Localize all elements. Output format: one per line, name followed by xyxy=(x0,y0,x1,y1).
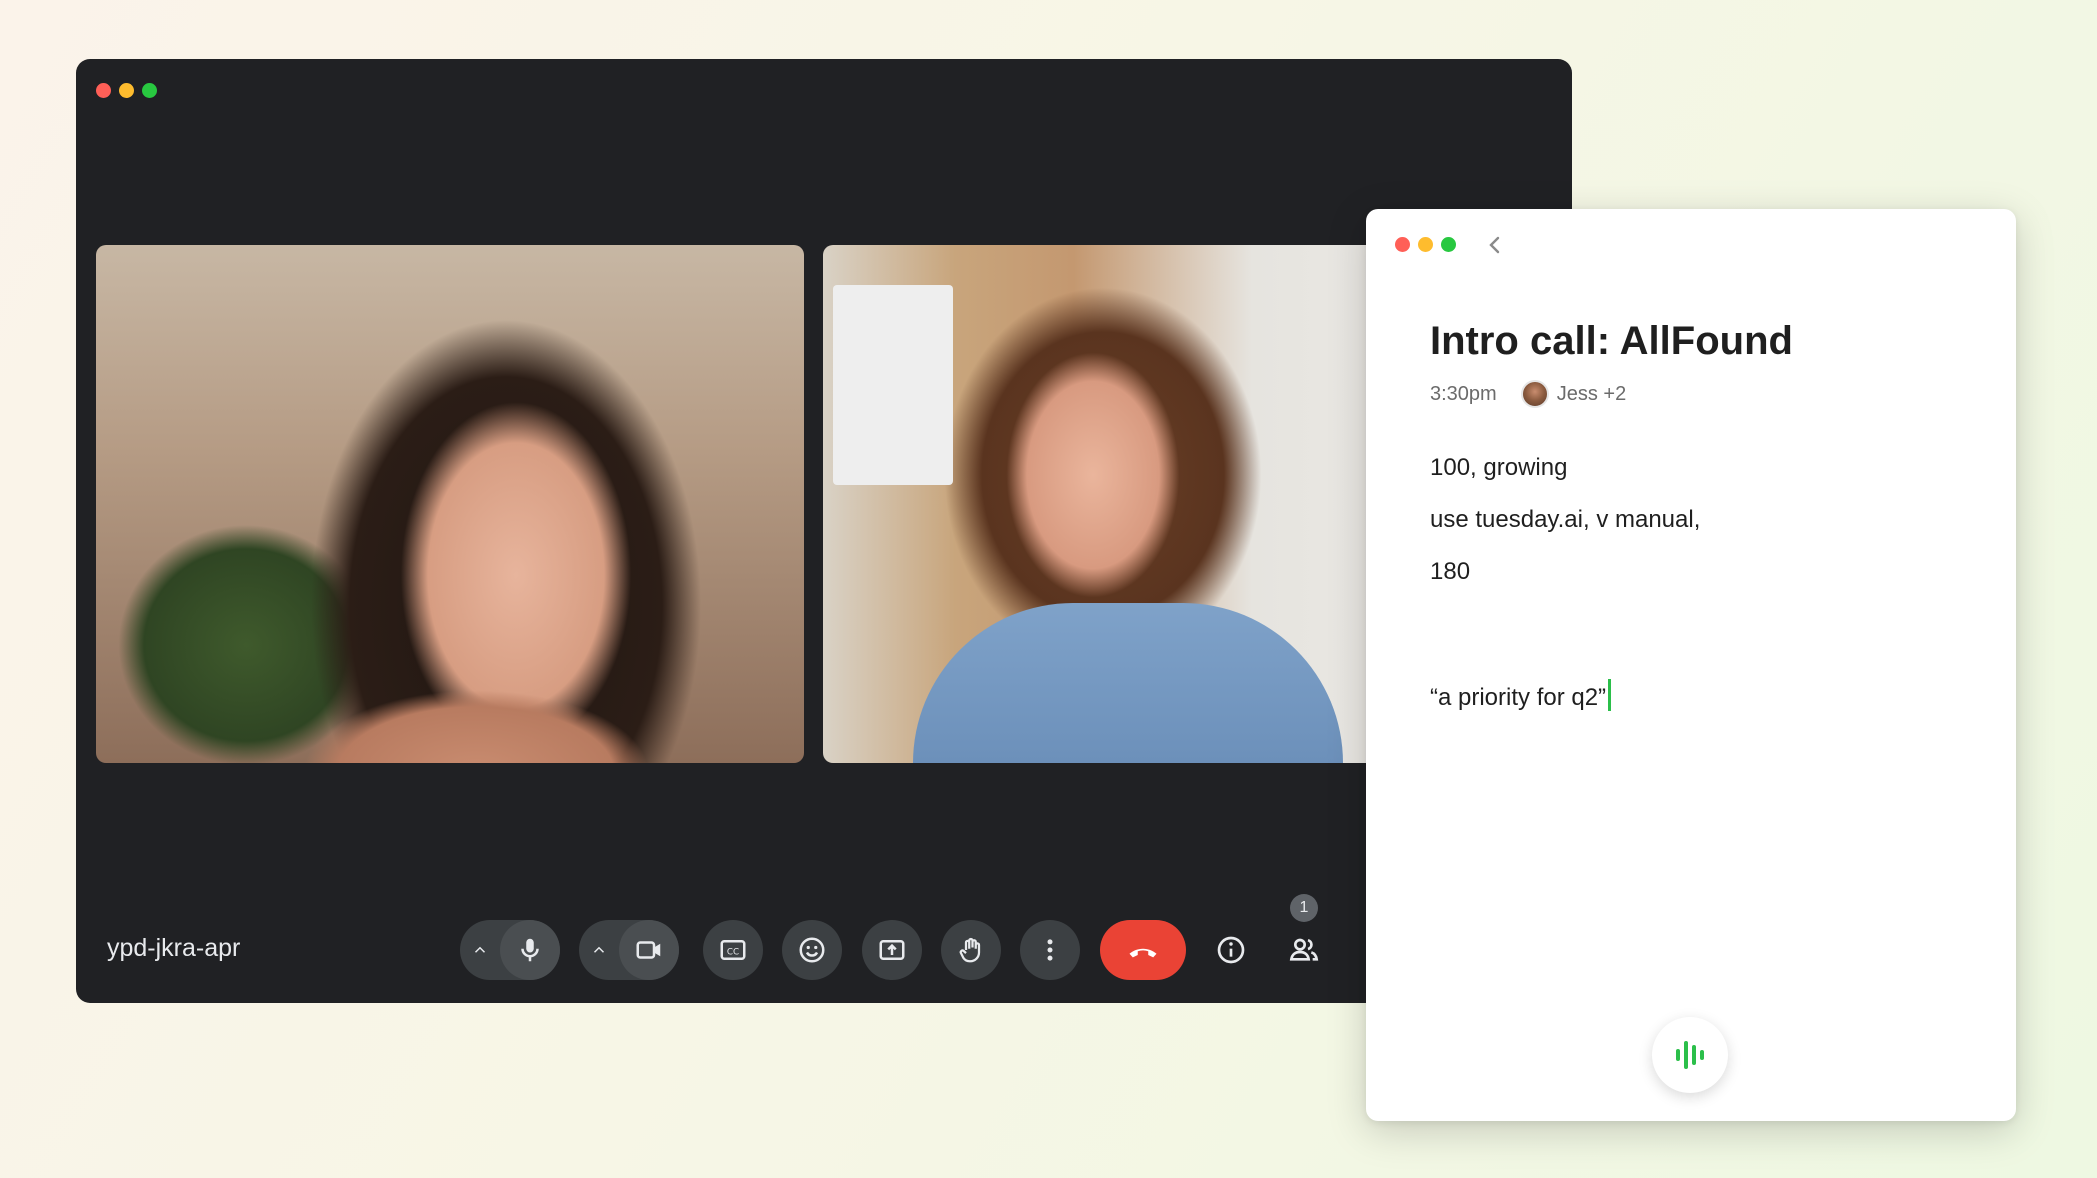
captions-icon: CC xyxy=(720,940,746,960)
info-icon xyxy=(1217,936,1245,964)
chevron-up-icon xyxy=(593,946,605,953)
camera-options-button[interactable] xyxy=(579,941,619,959)
mic-control xyxy=(460,920,560,980)
emoji-icon xyxy=(799,937,825,963)
present-icon xyxy=(879,940,905,960)
audio-waveform-icon xyxy=(1676,1041,1704,1069)
chevron-left-icon[interactable] xyxy=(1483,233,1507,257)
people-button[interactable]: 1 xyxy=(1274,894,1334,980)
window-controls xyxy=(1395,237,1456,252)
close-window-button[interactable] xyxy=(1395,237,1410,252)
participant-video xyxy=(266,643,686,763)
participants-count-badge: 1 xyxy=(1290,894,1318,922)
participant-video xyxy=(913,603,1343,763)
note-line[interactable]: 100, growing xyxy=(1430,454,1567,482)
note-meta: 3:30pm Jess +2 xyxy=(1430,380,1626,408)
participant-video-tile[interactable] xyxy=(96,245,804,763)
svg-text:CC: CC xyxy=(727,947,739,957)
mic-icon xyxy=(521,938,539,962)
more-icon xyxy=(1047,939,1053,961)
meet-window: ypd-jkra-apr CC 1 xyxy=(76,59,1572,1003)
call-controls: CC 1 xyxy=(76,894,1572,980)
attendee-avatar xyxy=(1520,380,1549,408)
camera-control xyxy=(579,920,679,980)
minimize-window-button[interactable] xyxy=(1418,237,1433,252)
notes-window: Intro call: AllFound 3:30pm Jess +2 100,… xyxy=(1366,209,2016,1121)
maximize-window-button[interactable] xyxy=(1441,237,1456,252)
reactions-button[interactable] xyxy=(782,920,842,980)
mic-options-button[interactable] xyxy=(460,941,500,959)
participant-video xyxy=(833,285,953,485)
people-icon xyxy=(1289,938,1319,961)
end-call-icon xyxy=(1129,948,1157,958)
note-line-text: “a priority for q2” xyxy=(1430,684,1607,711)
mic-button[interactable] xyxy=(500,920,560,980)
note-title[interactable]: Intro call: AllFound xyxy=(1430,319,1793,364)
note-line[interactable]: 180 xyxy=(1430,558,1470,586)
meeting-info-button[interactable] xyxy=(1201,920,1261,980)
camera-button[interactable] xyxy=(619,920,679,980)
chevron-up-icon xyxy=(474,946,486,953)
text-cursor xyxy=(1608,679,1612,711)
meeting-time: 3:30pm xyxy=(1430,382,1497,405)
present-button[interactable] xyxy=(862,920,922,980)
camera-icon xyxy=(636,941,661,959)
minimize-window-button[interactable] xyxy=(119,83,134,98)
captions-button[interactable]: CC xyxy=(703,920,763,980)
close-window-button[interactable] xyxy=(96,83,111,98)
attendees-label[interactable]: Jess +2 xyxy=(1557,383,1626,406)
raise-hand-button[interactable] xyxy=(941,920,1001,980)
transcription-button[interactable] xyxy=(1652,1017,1728,1093)
end-call-button[interactable] xyxy=(1100,920,1186,980)
raise-hand-icon xyxy=(959,937,981,963)
window-controls xyxy=(96,83,157,98)
maximize-window-button[interactable] xyxy=(142,83,157,98)
note-line[interactable]: use tuesday.ai, v manual, xyxy=(1430,506,1700,534)
note-line-active[interactable]: “a priority for q2” xyxy=(1430,679,1612,712)
more-options-button[interactable] xyxy=(1020,920,1080,980)
